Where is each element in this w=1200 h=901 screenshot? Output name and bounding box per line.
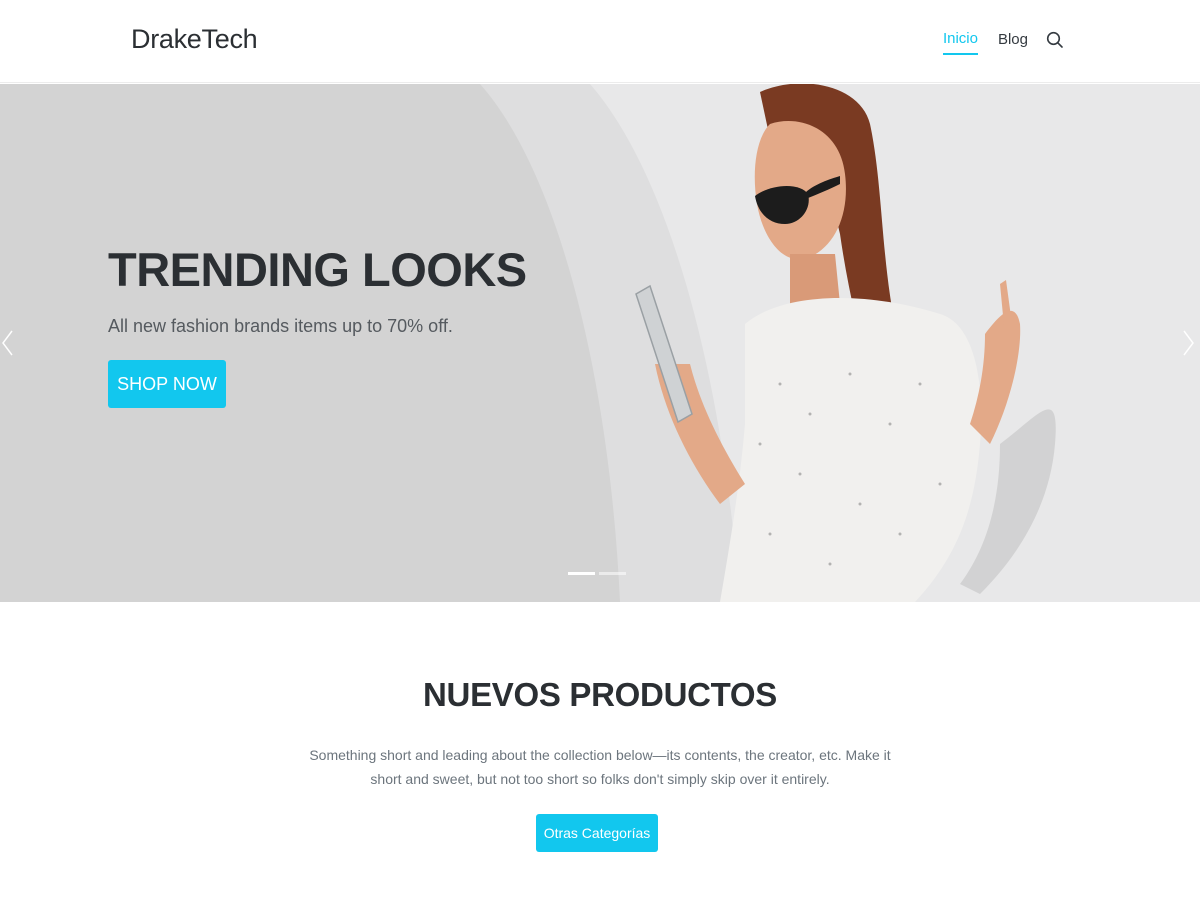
hero-background-image (0, 84, 1200, 602)
nav-link-inicio[interactable]: Inicio (942, 30, 978, 55)
search-icon[interactable] (1046, 31, 1064, 49)
other-categories-button[interactable]: Otras Categorías (536, 814, 658, 852)
carousel-indicator-2[interactable] (599, 572, 626, 575)
site-header: DrakeTech Inicio Blog (0, 0, 1200, 83)
brand-logo[interactable]: DrakeTech (131, 24, 258, 55)
carousel-next-icon[interactable] (1180, 328, 1196, 358)
carousel-prev-icon[interactable] (0, 328, 16, 358)
section-description: Something short and leading about the co… (309, 747, 891, 787)
hero-title: TRENDING LOOKS (108, 243, 527, 296)
section-title: NUEVOS PRODUCTOS (423, 676, 777, 713)
nav-link-blog[interactable]: Blog (998, 31, 1028, 54)
carousel-indicator-1[interactable] (568, 572, 595, 575)
hero-subtitle: All new fashion brands items up to 70% o… (108, 316, 453, 336)
hero-carousel: TRENDING LOOKS All new fashion brands it… (0, 84, 1200, 602)
main-nav: Inicio Blog (923, 30, 1064, 55)
carousel-indicators (568, 572, 626, 575)
shop-now-button[interactable]: SHOP NOW (108, 360, 226, 408)
